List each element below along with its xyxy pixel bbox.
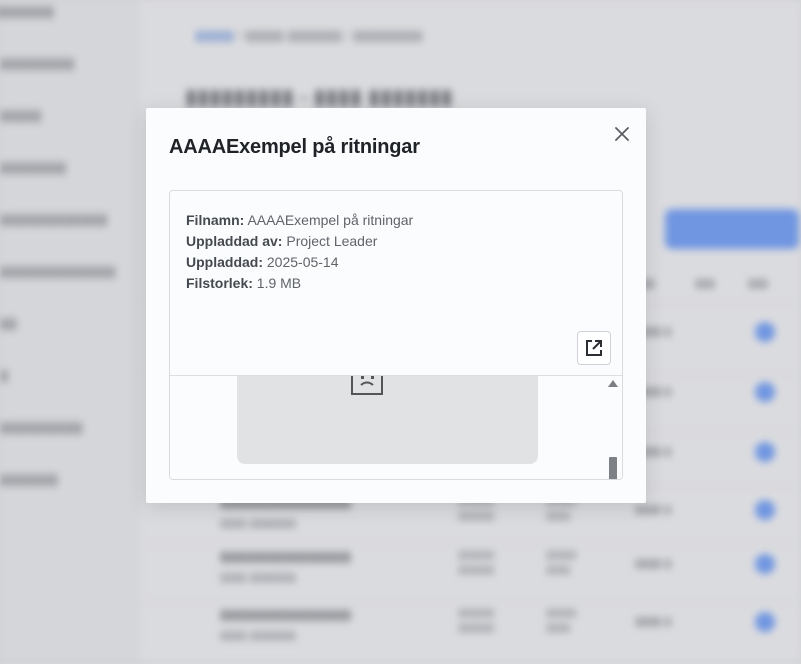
file-preview-modal: AAAAExempel på ritningar Filnamn: AAAAEx… [146, 108, 646, 503]
uploaded-by-label: Uppladdad av: [186, 233, 283, 249]
file-size-label: Filstorlek: [186, 275, 253, 291]
uploaded-by-value: Project Leader [286, 233, 378, 249]
uploaded-date-label: Uppladdad: [186, 254, 263, 270]
filename-value: AAAAExempel på ritningar [247, 212, 414, 228]
broken-document-icon [351, 376, 383, 395]
uploaded-by-row: Uppladdad av: Project Leader [186, 231, 413, 252]
file-metadata: Filnamn: AAAAExempel på ritningar Upplad… [186, 210, 413, 294]
uploaded-date-row: Uppladdad: 2025-05-14 [186, 252, 413, 273]
filename-label: Filnamn: [186, 212, 245, 228]
scroll-up-arrow[interactable] [608, 380, 618, 387]
file-details-panel: Filnamn: AAAAExempel på ritningar Upplad… [169, 190, 623, 480]
uploaded-date-value: 2025-05-14 [266, 254, 339, 270]
preview-frame [237, 376, 538, 464]
scrollbar-thumb[interactable] [609, 457, 617, 479]
file-size-value: 1.9 MB [256, 275, 302, 291]
modal-title: AAAAExempel på ritningar [169, 136, 420, 158]
file-size-row: Filstorlek: 1.9 MB [186, 273, 413, 294]
close-button[interactable] [611, 123, 633, 145]
close-icon [615, 127, 629, 141]
open-external-icon [586, 340, 602, 356]
file-preview-area[interactable] [170, 375, 622, 479]
filename-row: Filnamn: AAAAExempel på ritningar [186, 210, 413, 231]
open-in-new-tab-button[interactable] [577, 331, 611, 365]
